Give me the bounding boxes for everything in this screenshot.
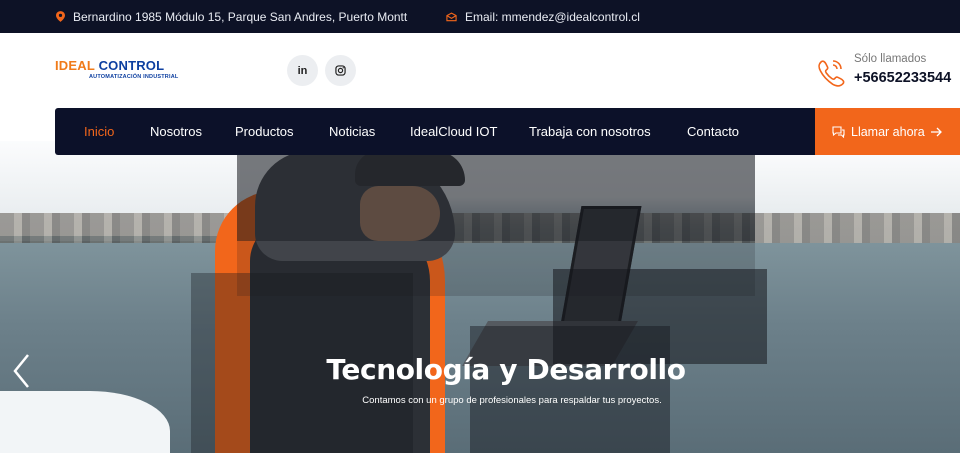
nav-item-nosotros[interactable]: Nosotros — [150, 108, 202, 155]
nav-item-inicio[interactable]: Inicio — [84, 108, 114, 155]
logo-tagline: AUTOMATIZACIÓN INDUSTRIAL — [89, 74, 179, 80]
call-now-button[interactable]: Llamar ahora — [815, 108, 960, 155]
company-logo[interactable]: IDEAL CONTROL AUTOMATIZACIÓN INDUSTRIAL — [55, 58, 179, 87]
phone-number[interactable]: +56652233544 — [854, 70, 951, 86]
linkedin-button[interactable]: in — [287, 55, 318, 86]
hero-slider: Tecnología y Desarrollo Contamos con un … — [0, 141, 960, 453]
top-info-bar: Bernardino 1985 Módulo 15, Parque San An… — [0, 0, 960, 33]
phone-label: Sólo llamados — [854, 53, 927, 65]
linkedin-icon: in — [297, 64, 308, 77]
nav-item-trabaja-con-nosotros[interactable]: Trabaja con nosotros — [529, 108, 651, 155]
hero-title: Tecnología y Desarrollo — [326, 353, 686, 386]
overlay-block — [237, 141, 755, 241]
phone-icon — [818, 60, 845, 87]
nav-item-productos[interactable]: Productos — [235, 108, 294, 155]
nav-item-noticias[interactable]: Noticias — [329, 108, 375, 155]
overlay-block — [470, 326, 670, 453]
hero-subtitle: Contamos con un grupo de profesionales p… — [362, 395, 662, 406]
logo-ideal: IDEAL — [55, 58, 95, 73]
main-navigation: Inicio Nosotros Productos Noticias Ideal… — [55, 108, 815, 155]
nav-item-idealcloud-iot[interactable]: IdealCloud IOT — [410, 108, 497, 155]
address-text: Bernardino 1985 Módulo 15, Parque San An… — [73, 9, 408, 24]
envelope-icon — [446, 12, 457, 21]
instagram-icon — [335, 65, 346, 76]
nav-item-contacto[interactable]: Contacto — [687, 108, 739, 155]
call-now-label: Llamar ahora — [851, 124, 925, 139]
email-item[interactable]: Email: mmendez@idealcontrol.cl — [446, 0, 640, 33]
arrow-right-icon — [930, 127, 942, 136]
instagram-button[interactable] — [325, 55, 356, 86]
email-text[interactable]: Email: mmendez@idealcontrol.cl — [465, 10, 640, 24]
logo-control: CONTROL — [98, 58, 165, 73]
address-item: Bernardino 1985 Módulo 15, Parque San An… — [56, 0, 407, 33]
chat-icon — [832, 125, 845, 138]
map-pin-icon — [56, 11, 65, 22]
